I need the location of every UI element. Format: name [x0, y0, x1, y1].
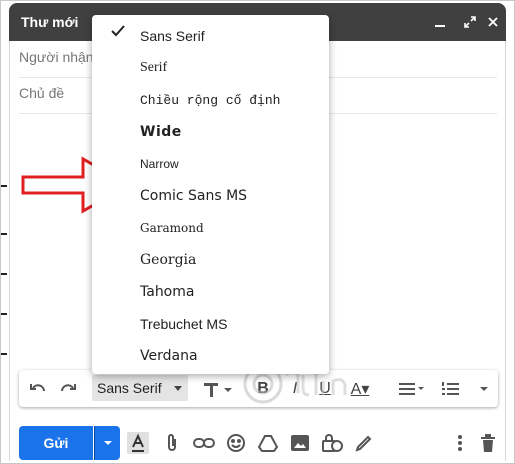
- font-option-trebuchet[interactable]: Trebuchet MS: [92, 308, 329, 340]
- numbered-list-icon[interactable]: [437, 370, 463, 407]
- drive-icon[interactable]: [255, 426, 281, 460]
- background-text-marks: [1, 41, 9, 401]
- font-option-verdana[interactable]: Verdana: [92, 340, 329, 372]
- chevron-down-icon: [174, 385, 182, 391]
- signature-icon[interactable]: [351, 426, 377, 460]
- chevron-down-icon: [103, 441, 112, 445]
- font-option-georgia[interactable]: Georgia: [92, 244, 329, 276]
- formatting-icon[interactable]: [125, 426, 151, 460]
- font-option-fixed-width[interactable]: Chiều rộng cố định: [92, 84, 329, 116]
- confidential-icon[interactable]: [319, 426, 345, 460]
- close-icon[interactable]: [484, 13, 502, 31]
- font-option-comic-sans[interactable]: Comic Sans MS: [92, 180, 329, 212]
- font-option-wide[interactable]: Wide: [92, 116, 329, 148]
- compose-frame-left: [9, 41, 10, 461]
- attach-icon[interactable]: [159, 426, 185, 460]
- font-size-icon[interactable]: [199, 370, 235, 407]
- send-button[interactable]: Gửi: [19, 426, 93, 460]
- photo-icon[interactable]: [287, 426, 313, 460]
- compose-title: Thư mới: [21, 14, 79, 30]
- more-formatting-icon[interactable]: [473, 370, 495, 407]
- font-option-tahoma[interactable]: Tahoma: [92, 276, 329, 308]
- send-options-button[interactable]: [94, 426, 120, 460]
- delete-icon[interactable]: [475, 426, 501, 460]
- font-family-select[interactable]: Sans Serif: [92, 375, 188, 401]
- emoji-icon[interactable]: [223, 426, 249, 460]
- bottom-action-bar: Gửi: [9, 411, 506, 463]
- compose-frame-right: [505, 41, 506, 461]
- font-option-sans-serif[interactable]: Sans Serif: [92, 20, 329, 52]
- align-icon[interactable]: [395, 370, 429, 407]
- link-icon[interactable]: [191, 426, 217, 460]
- font-option-garamond[interactable]: Garamond: [92, 212, 329, 244]
- more-options-icon[interactable]: [447, 426, 473, 460]
- undo-icon[interactable]: [25, 370, 51, 407]
- recipients-placeholder: Người nhận: [19, 49, 94, 65]
- font-family-menu: Sans Serif Serif Chiều rộng cố định Wide…: [92, 15, 329, 374]
- font-family-value: Sans Serif: [97, 380, 162, 396]
- subject-placeholder: Chủ đề: [19, 85, 65, 101]
- send-label: Gửi: [43, 435, 69, 451]
- font-option-serif[interactable]: Serif: [92, 52, 329, 84]
- minimize-icon[interactable]: [431, 13, 449, 31]
- redo-icon[interactable]: [55, 370, 81, 407]
- font-option-narrow[interactable]: Narrow: [92, 148, 329, 180]
- expand-icon[interactable]: [461, 13, 479, 31]
